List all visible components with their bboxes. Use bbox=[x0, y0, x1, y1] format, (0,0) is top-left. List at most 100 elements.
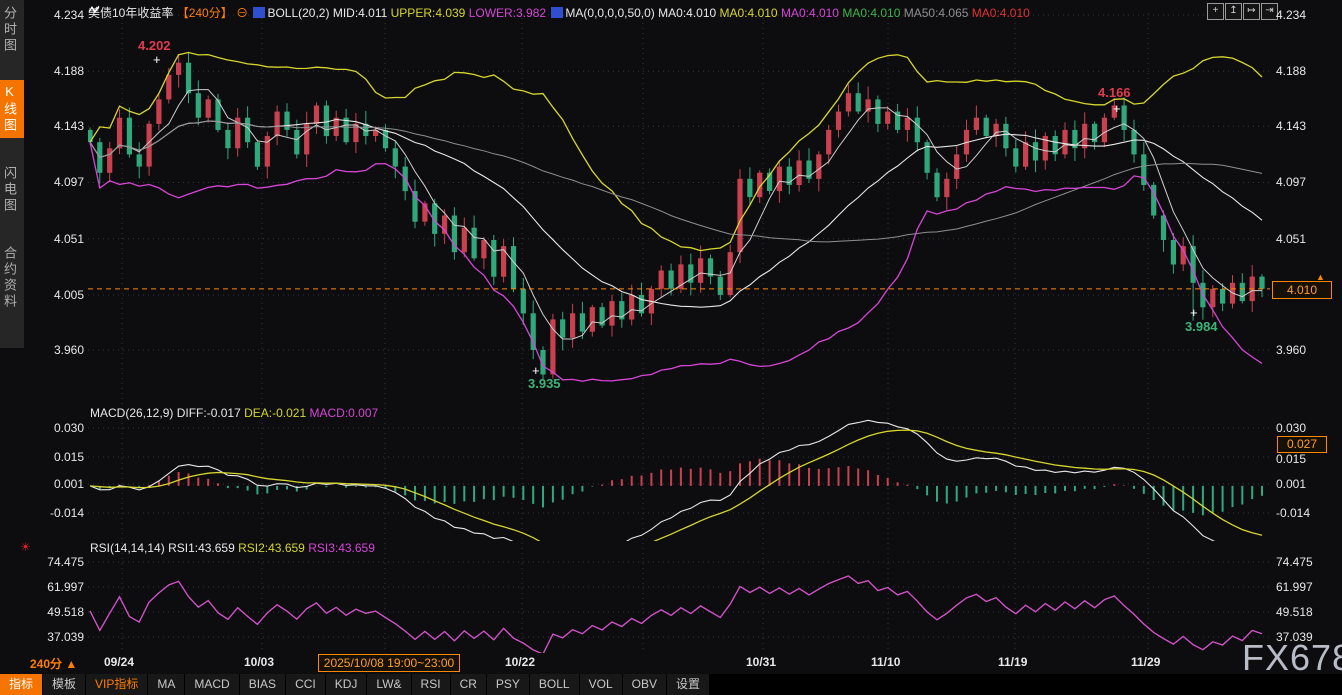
scale-right-icon[interactable]: ↦ bbox=[1243, 3, 1260, 20]
price-axis-label: 4.143 bbox=[1276, 119, 1338, 133]
chart-header: 美债10年收益率 【240分】 ⊖ BOLL(20,2) MID:4.011 U… bbox=[88, 4, 1030, 21]
tab-macd[interactable]: MACD bbox=[185, 674, 239, 695]
tab-indicator[interactable]: 指标 bbox=[0, 674, 43, 695]
tab-settings[interactable]: 设置 bbox=[667, 674, 710, 695]
macd-axis-label: 0.001 bbox=[1276, 477, 1338, 491]
rsi-header: RSI(14,14,14) RSI1:43.659 RSI2:43.659 RS… bbox=[90, 541, 375, 555]
x-axis-label: 11/19 bbox=[998, 655, 1027, 669]
high-annotation: 4.202 bbox=[138, 38, 171, 53]
sidebar-item-kline-chart[interactable]: K线图 bbox=[0, 80, 24, 138]
x-axis-row: 240分 ▲ 09/24 10/03 2025/10/08 19:00~23:0… bbox=[0, 653, 1342, 673]
x-axis-label: 10/03 bbox=[244, 655, 274, 669]
tab-kdj[interactable]: KDJ bbox=[326, 674, 368, 695]
price-marker-cross: + bbox=[532, 363, 540, 378]
ma-value-1: MA0:4.010 bbox=[658, 6, 716, 20]
boll-mid: MID:4.011 bbox=[333, 6, 387, 20]
price-marker-cross: + bbox=[153, 52, 161, 67]
tab-template[interactable]: 模板 bbox=[43, 674, 86, 695]
x-axis-label: 10/31 bbox=[746, 655, 776, 669]
x-axis-label: 10/22 bbox=[505, 655, 535, 669]
ma-value-4: MA0:4.010 bbox=[842, 6, 900, 20]
price-axis-label: 4.097 bbox=[1276, 175, 1338, 189]
tab-ma[interactable]: MA bbox=[148, 674, 185, 695]
macd-dea: DEA:-0.021 bbox=[244, 406, 306, 420]
ma-indicator-icon[interactable] bbox=[551, 7, 563, 18]
price-axis-label: 4.188 bbox=[1276, 64, 1338, 78]
sidebar: 分时图 K线图 闪电图 合约资料 bbox=[0, 0, 24, 348]
instrument-title: 美债10年收益率 bbox=[88, 6, 173, 20]
rsi-axis-label: 61.997 bbox=[28, 580, 84, 594]
price-axis-label: 4.188 bbox=[28, 64, 84, 78]
price-axis-label: 4.234 bbox=[28, 8, 84, 22]
ma-name: MA(0,0,0,0,50,0) bbox=[565, 6, 654, 20]
fx678-watermark: FX678 bbox=[1242, 637, 1342, 679]
x-axis-label: 11/10 bbox=[871, 655, 900, 669]
rsi1-value: RSI1:43.659 bbox=[168, 541, 235, 555]
tab-vip-indicator[interactable]: VIP指标 bbox=[86, 674, 148, 695]
tab-vol[interactable]: VOL bbox=[580, 674, 623, 695]
rsi-name: RSI(14,14,14) bbox=[90, 541, 165, 555]
boll-indicator-icon[interactable] bbox=[253, 7, 265, 18]
rsi-axis-label: 49.518 bbox=[1276, 605, 1338, 619]
x-axis-label: 09/24 bbox=[104, 655, 134, 669]
price-axis-label: 3.960 bbox=[28, 343, 84, 357]
tab-rsi[interactable]: RSI bbox=[412, 674, 451, 695]
price-axis-label: 3.960 bbox=[1276, 343, 1338, 357]
period-selector[interactable]: 240分 ▲ bbox=[30, 655, 77, 672]
crosshair-date-tooltip: 2025/10/08 19:00~23:00 三 bbox=[318, 654, 460, 672]
recent-low-annotation: 3.984 bbox=[1185, 319, 1218, 334]
period-arrow-icon: ▲ bbox=[65, 657, 77, 671]
period-label: 【240分】 bbox=[177, 6, 233, 20]
rsi3-value: RSI3:43.659 bbox=[308, 541, 375, 555]
rsi-axis-label: 74.475 bbox=[1276, 555, 1338, 569]
sidebar-item-timeline-chart[interactable]: 分时图 bbox=[0, 2, 24, 58]
scale-left-icon[interactable]: ↥ bbox=[1225, 3, 1242, 20]
ma-value-3: MA0:4.010 bbox=[781, 6, 839, 20]
boll-name: BOLL(20,2) bbox=[267, 6, 329, 20]
macd-axis-label: 0.001 bbox=[28, 477, 84, 491]
price-marker-cross: + bbox=[1113, 101, 1121, 116]
tab-psy[interactable]: PSY bbox=[487, 674, 530, 695]
rsi-axis-label: 61.997 bbox=[1276, 580, 1338, 594]
macd-axis-label: -0.014 bbox=[1276, 506, 1338, 520]
x-axis-label: 11/29 bbox=[1131, 655, 1160, 669]
boll-upper: UPPER:4.039 bbox=[391, 6, 466, 20]
price-axis-label: 4.005 bbox=[28, 288, 84, 302]
rsi-axis-label: 49.518 bbox=[28, 605, 84, 619]
macd-name: MACD(26,12,9) bbox=[90, 406, 173, 420]
pan-icon[interactable]: + bbox=[1207, 3, 1224, 20]
ma-value-2: MA0:4.010 bbox=[720, 6, 778, 20]
macd-axis-label: 0.030 bbox=[28, 421, 84, 435]
last-price-tag: 4.010 bbox=[1272, 281, 1332, 299]
recent-high-annotation: 4.166 bbox=[1098, 85, 1131, 100]
price-marker-cross: + bbox=[1190, 305, 1198, 320]
macd-value-tag: 0.027 bbox=[1277, 436, 1327, 453]
macd-axis-label: -0.014 bbox=[28, 506, 84, 520]
rsi-axis-label: 37.039 bbox=[28, 630, 84, 644]
macd-axis-label: 0.015 bbox=[1276, 452, 1338, 466]
tab-bias[interactable]: BIAS bbox=[240, 674, 286, 695]
indicator-toolbar: 指标 模板 VIP指标 MA MACD BIAS CCI KDJ LW& RSI… bbox=[0, 674, 1342, 695]
boll-lower: LOWER:3.982 bbox=[469, 6, 546, 20]
price-axis-label: 4.097 bbox=[28, 175, 84, 189]
tab-cr[interactable]: CR bbox=[451, 674, 487, 695]
chart-canvas[interactable] bbox=[0, 0, 1342, 695]
tab-cci[interactable]: CCI bbox=[286, 674, 326, 695]
low-annotation: 3.935 bbox=[528, 376, 561, 391]
macd-header: MACD(26,12,9) DIFF:-0.017 DEA:-0.021 MAC… bbox=[90, 406, 378, 420]
chart-window: 分时图 K线图 闪电图 合约资料 美债10年收益率 【240分】 ⊖ BOLL(… bbox=[0, 0, 1342, 695]
tab-obv[interactable]: OBV bbox=[623, 674, 667, 695]
sidebar-item-lightning-chart[interactable]: 闪电图 bbox=[0, 162, 24, 218]
rsi2-value: RSI2:43.659 bbox=[238, 541, 305, 555]
macd-value: MACD:0.007 bbox=[309, 406, 378, 420]
collapse-icon[interactable]: ⊖ bbox=[236, 6, 248, 20]
ma50-value: MA50:4.065 bbox=[904, 6, 969, 20]
price-axis-label: 4.143 bbox=[28, 119, 84, 133]
tab-boll[interactable]: BOLL bbox=[530, 674, 580, 695]
price-axis-label: 4.234 bbox=[1276, 8, 1338, 22]
sidebar-item-contract-info[interactable]: 合约资料 bbox=[0, 242, 24, 314]
ma-value-6: MA0:4.010 bbox=[972, 6, 1030, 20]
tab-lw[interactable]: LW& bbox=[367, 674, 411, 695]
price-axis-label: 4.051 bbox=[28, 232, 84, 246]
macd-diff: DIFF:-0.017 bbox=[177, 406, 241, 420]
